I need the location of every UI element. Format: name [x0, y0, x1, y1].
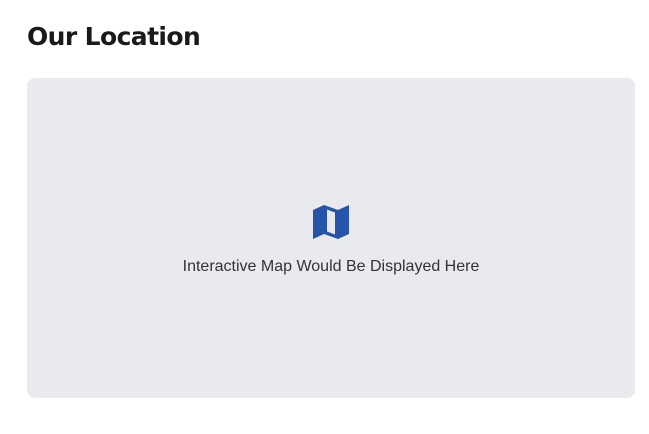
- map-icon: [312, 204, 350, 240]
- map-caption: Interactive Map Would Be Displayed Here: [182, 258, 480, 275]
- location-section: Our Location Interactive Map Would Be Di…: [0, 0, 649, 434]
- section-title: Our Location: [27, 22, 201, 51]
- map-placeholder: Interactive Map Would Be Displayed Here: [27, 78, 635, 398]
- map-placeholder-content: Interactive Map Would Be Displayed Here: [27, 204, 635, 277]
